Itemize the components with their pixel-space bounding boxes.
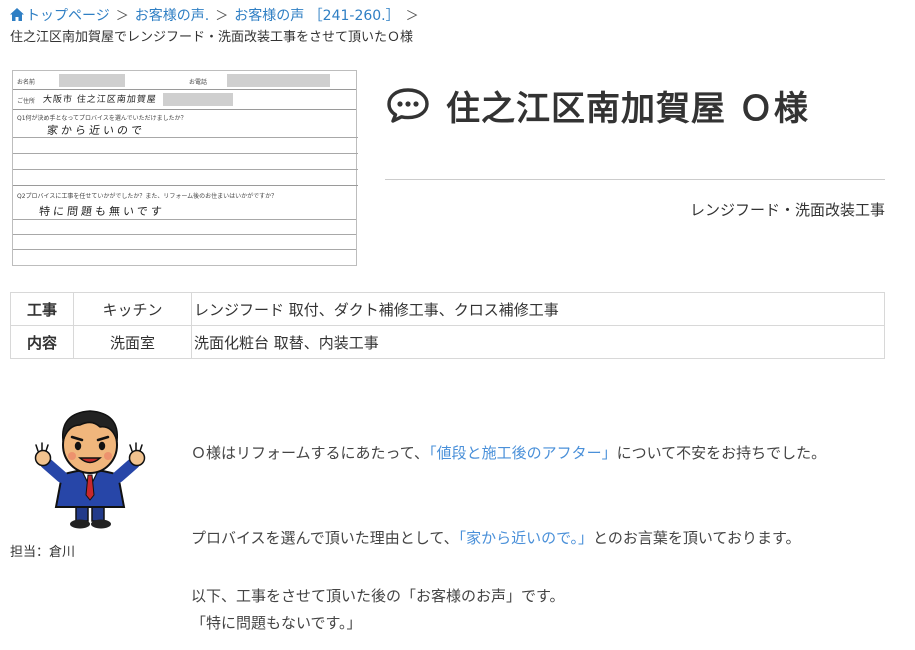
table-header-cell: 工事: [10, 292, 74, 326]
page-title-block: 住之江区南加賀屋 Ｏ様: [386, 80, 809, 130]
survey-sheet-image: お名前 お電話 ご住所 大阪市 住之江区南加賀屋 Q1何が決め手となってプロバイ…: [12, 70, 358, 266]
redacted-phone: [227, 74, 330, 87]
breadcrumb-separator: ＞: [215, 9, 229, 24]
breadcrumb-separator: ＞: [115, 9, 129, 24]
survey-q2-handwriting: 特に問題も無いです: [38, 205, 166, 218]
survey-name-label: お名前: [17, 79, 36, 86]
survey-q1-label: Q1何が決め手となってプロバイスを選んでいただけましたか？: [17, 115, 187, 122]
survey-address-label: ご住所: [17, 98, 36, 105]
redacted-address: [163, 93, 233, 106]
page-subtitle: レンジフード・洗面改装工事: [689, 201, 885, 219]
page-title: 住之江区南加賀屋 Ｏ様: [446, 88, 809, 129]
table-category-cell: 洗面室: [73, 325, 192, 359]
breadcrumb: トップページ ＞ お客様の声. ＞ お客様の声 ［241-260.］ ＞ 住之江区南加賀屋…: [10, 6, 425, 45]
table-row: 工事 キッチン レンジフード 取付、ダクト補修工事、クロス補修工事: [10, 292, 885, 326]
message-text: プロバイスを選んで頂いた理由として、: [191, 529, 459, 547]
message-highlight: 「家から近いので。」: [458, 529, 594, 547]
breadcrumb-link-top[interactable]: トップページ: [26, 8, 110, 24]
table-detail-cell: レンジフード 取付、ダクト補修工事、クロス補修工事: [191, 292, 885, 326]
customer-voice-quote: 「特に問題もないです。」: [191, 614, 362, 632]
redacted-name: [59, 74, 125, 87]
message-text: について不安をお持ちでした。: [616, 444, 827, 462]
breadcrumb-link-voice[interactable]: お客様の声.: [135, 8, 209, 24]
speech-bubble-icon: [387, 88, 429, 123]
table-header-cell: 内容: [10, 325, 74, 359]
message-text: Ｏ様はリフォームするにあたって、: [191, 444, 430, 462]
staff-illustration: [34, 410, 146, 529]
message-paragraph: 以下、工事をさせて頂いた後の「お客様のお声」です。: [191, 587, 565, 605]
work-content-table: 工事 キッチン レンジフード 取付、ダクト補修工事、クロス補修工事 内容 洗面室…: [10, 292, 885, 359]
table-category-cell: キッチン: [73, 292, 192, 326]
message-text: とのお言葉を頂いております。: [593, 529, 801, 547]
breadcrumb-separator: ＞: [405, 9, 419, 24]
survey-phone-label: お電話: [189, 79, 208, 86]
survey-q1-handwriting: 家から近いので: [46, 124, 146, 137]
message-paragraph: Ｏ様はリフォームするにあたって、「値段と施工後のアフター」について不安をお持ちで…: [191, 440, 871, 467]
home-icon: [10, 8, 24, 21]
survey-q2-label: Q2プロバイスに工事を任せていかがでしたか？また、リフォーム後のお住まいはいかが…: [17, 193, 278, 200]
title-divider: [385, 179, 885, 180]
staff-label: 担当：倉川: [10, 545, 76, 560]
table-row: 内容 洗面室 洗面化粧台 取替、内装工事: [10, 325, 885, 359]
breadcrumb-current-page: 住之江区南加賀屋でレンジフード・洗面改装工事をさせて頂いたＯ様: [10, 30, 414, 45]
table-detail-cell: 洗面化粧台 取替、内装工事: [191, 325, 885, 359]
message-highlight: 「値段と施工後のアフター」: [429, 444, 617, 462]
survey-address-handwriting: 大阪市 住之江区南加賀屋: [42, 95, 158, 105]
message-paragraph: プロバイスを選んで頂いた理由として、「家から近いので。」とのお言葉を頂いておりま…: [191, 525, 800, 552]
breadcrumb-link-voice-range[interactable]: お客様の声 ［241-260.］: [234, 8, 399, 24]
